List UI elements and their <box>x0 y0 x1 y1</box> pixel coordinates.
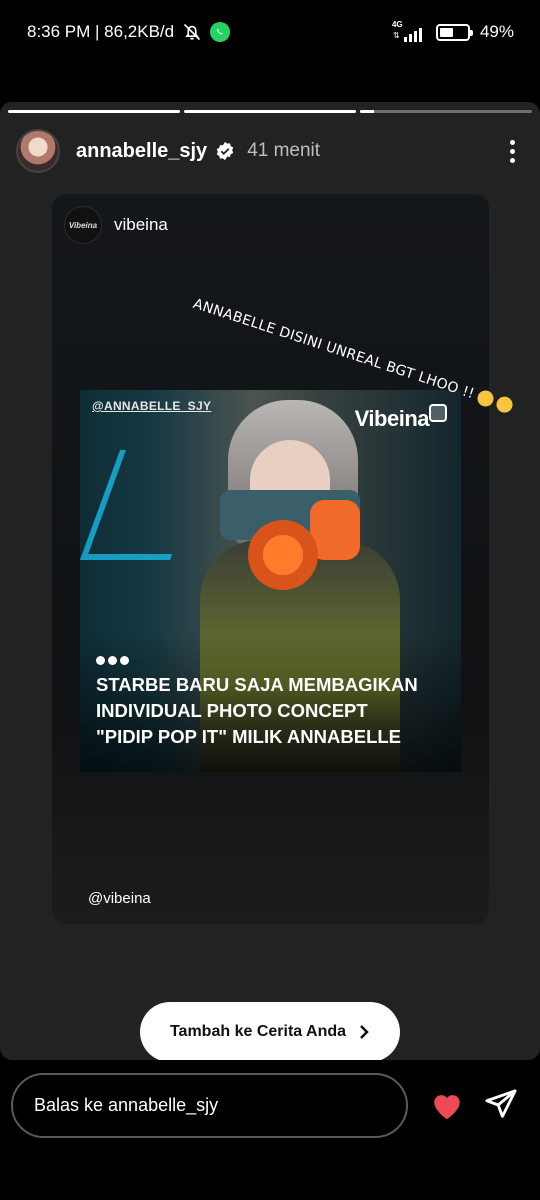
status-bar: 8:36 PM | 86,2KB/d 4G ⇅ 49% <box>0 0 540 66</box>
story-time: 41 menit <box>247 140 321 161</box>
post-image[interactable]: @ANNABELLE_SJY Vibeina STARBE BARU SAJA … <box>80 390 461 772</box>
carousel-icon <box>429 404 447 422</box>
story-progress-segment <box>360 110 532 113</box>
caption-line: "PIDIP POP IT" MILIK ANNABELLE <box>96 726 402 747</box>
heart-icon[interactable] <box>430 1089 464 1121</box>
story-progress-segment <box>8 110 180 113</box>
status-right: 4G ⇅ 49% <box>391 20 514 42</box>
status-left: 8:36 PM | 86,2KB/d <box>27 22 231 42</box>
shared-post-avatar[interactable]: Vibeina <box>64 206 102 244</box>
battery-percent: 49% <box>479 22 514 41</box>
verified-badge-icon <box>216 141 234 161</box>
background-logo-shape <box>80 450 211 560</box>
post-image-brand: Vibeina <box>354 406 430 431</box>
send-icon[interactable] <box>484 1088 518 1122</box>
reply-input[interactable]: Balas ke annabelle_sjy <box>11 1073 408 1138</box>
whatsapp-icon <box>210 22 231 42</box>
shared-post-mention[interactable]: @vibeina <box>88 890 151 907</box>
chevron-right-icon <box>360 1025 369 1039</box>
shared-post-author[interactable]: vibeina <box>114 215 168 235</box>
story-header: annabelle_sjy 41 menit <box>16 126 524 176</box>
reply-placeholder: Balas ke annabelle_sjy <box>34 1095 219 1115</box>
story-progress-segment <box>184 110 356 113</box>
signal-icon: 4G ⇅ <box>391 20 426 42</box>
caption-line: INDIVIDUAL PHOTO CONCEPT <box>96 700 368 721</box>
avatar[interactable] <box>16 129 60 173</box>
story-progress <box>8 110 532 113</box>
more-options-icon[interactable] <box>500 136 524 166</box>
bell-muted-icon <box>184 23 201 41</box>
caption-line: STARBE BARU SAJA MEMBAGIKAN <box>96 674 418 695</box>
add-to-story-label: Tambah ke Cerita Anda <box>169 1023 347 1040</box>
story-username[interactable]: annabelle_sjy <box>76 140 207 163</box>
post-image-handle: @ANNABELLE_SJY <box>92 399 212 413</box>
post-image-caption: STARBE BARU SAJA MEMBAGIKAN INDIVIDUAL P… <box>96 672 447 750</box>
add-to-story-button[interactable]: Tambah ke Cerita Anda <box>140 1002 400 1060</box>
battery-icon <box>435 23 473 41</box>
ellipsis-dots-icon <box>96 656 129 665</box>
status-time-speed: 8:36 PM | 86,2KB/d <box>27 22 175 41</box>
network-type: 4G <box>391 20 403 29</box>
photo-toy-gun-drum <box>248 520 318 590</box>
shared-post-header: Vibeina vibeina <box>64 206 168 244</box>
